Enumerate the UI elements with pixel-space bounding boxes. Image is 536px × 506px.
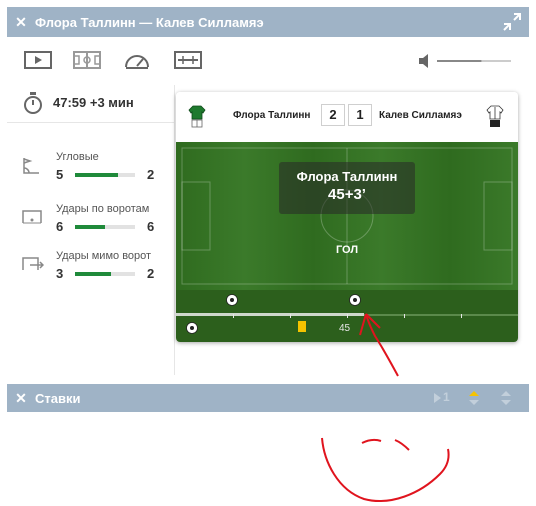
- annotation-arrow: [365, 313, 399, 377]
- annotation-left-eye: [361, 438, 382, 444]
- annotation-right-eye: [394, 439, 410, 451]
- annotation-overlay: [321, 313, 450, 503]
- annotation-smile: [321, 437, 450, 503]
